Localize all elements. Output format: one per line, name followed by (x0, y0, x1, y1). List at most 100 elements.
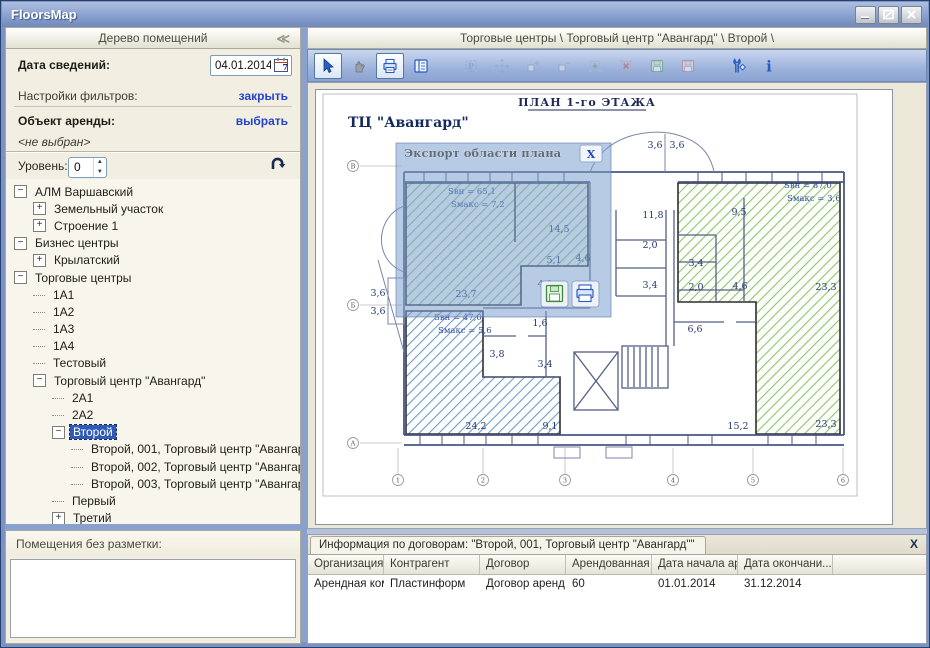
minimize-button[interactable] (855, 6, 876, 24)
collapse-node-icon[interactable]: − (14, 271, 27, 284)
calendar-icon[interactable]: 7 (273, 57, 290, 74)
pan-hand-button[interactable] (345, 53, 373, 79)
spinner-up-icon[interactable]: ▲ (94, 158, 106, 168)
region-delete-icon (617, 57, 635, 75)
date-field[interactable]: 7 (210, 55, 292, 76)
filters-close-link[interactable]: закрыть (239, 89, 288, 103)
refresh-button[interactable] (268, 153, 288, 176)
expand-node-icon[interactable]: + (33, 202, 46, 215)
date-input[interactable] (211, 59, 273, 73)
point-add-button[interactable] (519, 53, 547, 79)
tree-item-label: АЛМ Варшавский (32, 185, 136, 199)
tree-item[interactable]: −АЛМ Варшавский (6, 183, 300, 200)
column-header[interactable]: Арендованная ... (566, 555, 652, 574)
tree-item-label: 2А2 (69, 408, 96, 422)
column-header[interactable]: Дата начала ар... (652, 555, 738, 574)
save-region-button[interactable] (643, 53, 671, 79)
rent-select-link[interactable]: выбрать (236, 114, 288, 128)
export-save-button[interactable] (541, 281, 568, 307)
unmarked-premises-list[interactable] (10, 559, 296, 638)
contracts-tab[interactable]: Информация по договорам: "Второй, 001, Т… (310, 536, 706, 554)
tree-item[interactable]: 2А1 (6, 389, 300, 406)
tree-item[interactable]: +Третий (6, 510, 300, 524)
info-button[interactable]: i (755, 53, 783, 79)
tree-item[interactable]: Второй, 001, Торговый центр "Авангард" (6, 441, 300, 458)
column-header[interactable]: Организация (308, 555, 384, 574)
tree-item-label: 1А3 (50, 322, 77, 336)
tree-item[interactable]: Второй, 003, Торговый центр "Авангард" (6, 475, 300, 492)
room-green-right[interactable] (678, 183, 840, 434)
collapse-sidebar-icon[interactable]: ≪ (276, 31, 290, 47)
tree-item[interactable]: 1А3 (6, 321, 300, 338)
tree-item[interactable]: Тестовый (6, 355, 300, 372)
plan-viewport[interactable]: ПЛАН 1-го ЭТАЖА ТЦ "Авангард" (307, 82, 927, 529)
svg-text:Sмакс = 3,6: Sмакс = 3,6 (787, 194, 841, 204)
table-cell: 31.12.2014 (738, 575, 833, 593)
svg-text:2,0: 2,0 (688, 282, 703, 293)
legend-button[interactable] (407, 53, 435, 79)
print-plan-icon (577, 285, 593, 302)
svg-text:23,3: 23,3 (815, 419, 836, 430)
print-button[interactable] (376, 53, 404, 79)
region-plan-button[interactable]: P (457, 53, 485, 79)
tree-item[interactable]: +Земельный участок (6, 200, 300, 217)
tree-item[interactable]: 1А2 (6, 303, 300, 320)
tree-item[interactable]: 2А2 (6, 406, 300, 423)
close-icon (905, 9, 918, 20)
level-value: 0 (69, 158, 93, 177)
floor-plan-page[interactable]: ПЛАН 1-го ЭТАЖА ТЦ "Авангард" (315, 89, 893, 525)
region-add-button[interactable] (581, 53, 609, 79)
close-button[interactable] (901, 6, 922, 24)
restore-button[interactable] (878, 6, 899, 24)
expand-node-icon[interactable]: + (33, 219, 46, 232)
column-header[interactable]: Договор (480, 555, 566, 574)
tree-item[interactable]: 1А4 (6, 338, 300, 355)
tree-item[interactable]: 1А1 (6, 286, 300, 303)
tree-item[interactable]: −Второй (6, 424, 300, 441)
contracts-table-body: Арендная компа...ПластинформДоговор арен… (308, 575, 926, 593)
tree-connector (33, 294, 45, 296)
tree-item-label: Бизнес центры (32, 236, 122, 250)
tree-item[interactable]: −Торговые центры (6, 269, 300, 286)
title-bar[interactable]: FloorsMap (2, 2, 928, 27)
settings-button[interactable] (724, 53, 752, 79)
tree-item[interactable]: + Крылатский (6, 252, 300, 269)
region-delete-button[interactable] (612, 53, 640, 79)
save-floppy-icon (547, 286, 563, 302)
tree-connector (52, 500, 64, 502)
cancel-region-button[interactable] (674, 53, 702, 79)
spinner-down-icon[interactable]: ▼ (94, 168, 106, 178)
cursor-select-button[interactable] (314, 53, 342, 79)
unmarked-premises-header: Помещения без разметки: (6, 531, 300, 557)
export-close-button[interactable]: X (580, 145, 602, 162)
cursor-icon (319, 57, 337, 75)
tree-item-label: 2А1 (69, 391, 96, 405)
collapse-node-icon[interactable]: − (14, 237, 27, 250)
svg-text:9,5: 9,5 (731, 207, 746, 218)
table-row[interactable]: Арендная компа...ПластинформДоговор арен… (308, 575, 926, 593)
table-cell: 60 (566, 575, 652, 593)
collapse-node-icon[interactable]: − (14, 185, 27, 198)
tree-item[interactable]: Первый (6, 492, 300, 509)
export-print-button[interactable] (572, 281, 599, 307)
toolbar: P (307, 49, 927, 82)
collapse-node-icon[interactable]: − (33, 374, 46, 387)
svg-text:3,8: 3,8 (489, 349, 504, 360)
svg-text:11,8: 11,8 (642, 210, 663, 221)
expand-node-icon[interactable]: + (33, 254, 46, 267)
hand-icon (350, 57, 368, 75)
tree-item[interactable]: −Торговый центр "Авангард" (6, 372, 300, 389)
point-remove-button[interactable] (550, 53, 578, 79)
tree-item-label: Крылатский (51, 253, 123, 267)
tree-item[interactable]: +Строение 1 (6, 217, 300, 234)
svg-text:P: P (468, 60, 474, 70)
column-header[interactable]: Дата окончани... (738, 555, 833, 574)
expand-node-icon[interactable]: + (52, 512, 65, 524)
collapse-node-icon[interactable]: − (52, 426, 65, 439)
contracts-close-button[interactable]: X (910, 537, 918, 551)
level-spinner[interactable]: 0 ▲ ▼ (68, 157, 107, 178)
tree-item[interactable]: −Бизнес центры (6, 235, 300, 252)
move-region-button[interactable] (488, 53, 516, 79)
tree-item[interactable]: Второй, 002, Торговый центр "Авангард" (6, 458, 300, 475)
column-header[interactable]: Контрагент (384, 555, 480, 574)
